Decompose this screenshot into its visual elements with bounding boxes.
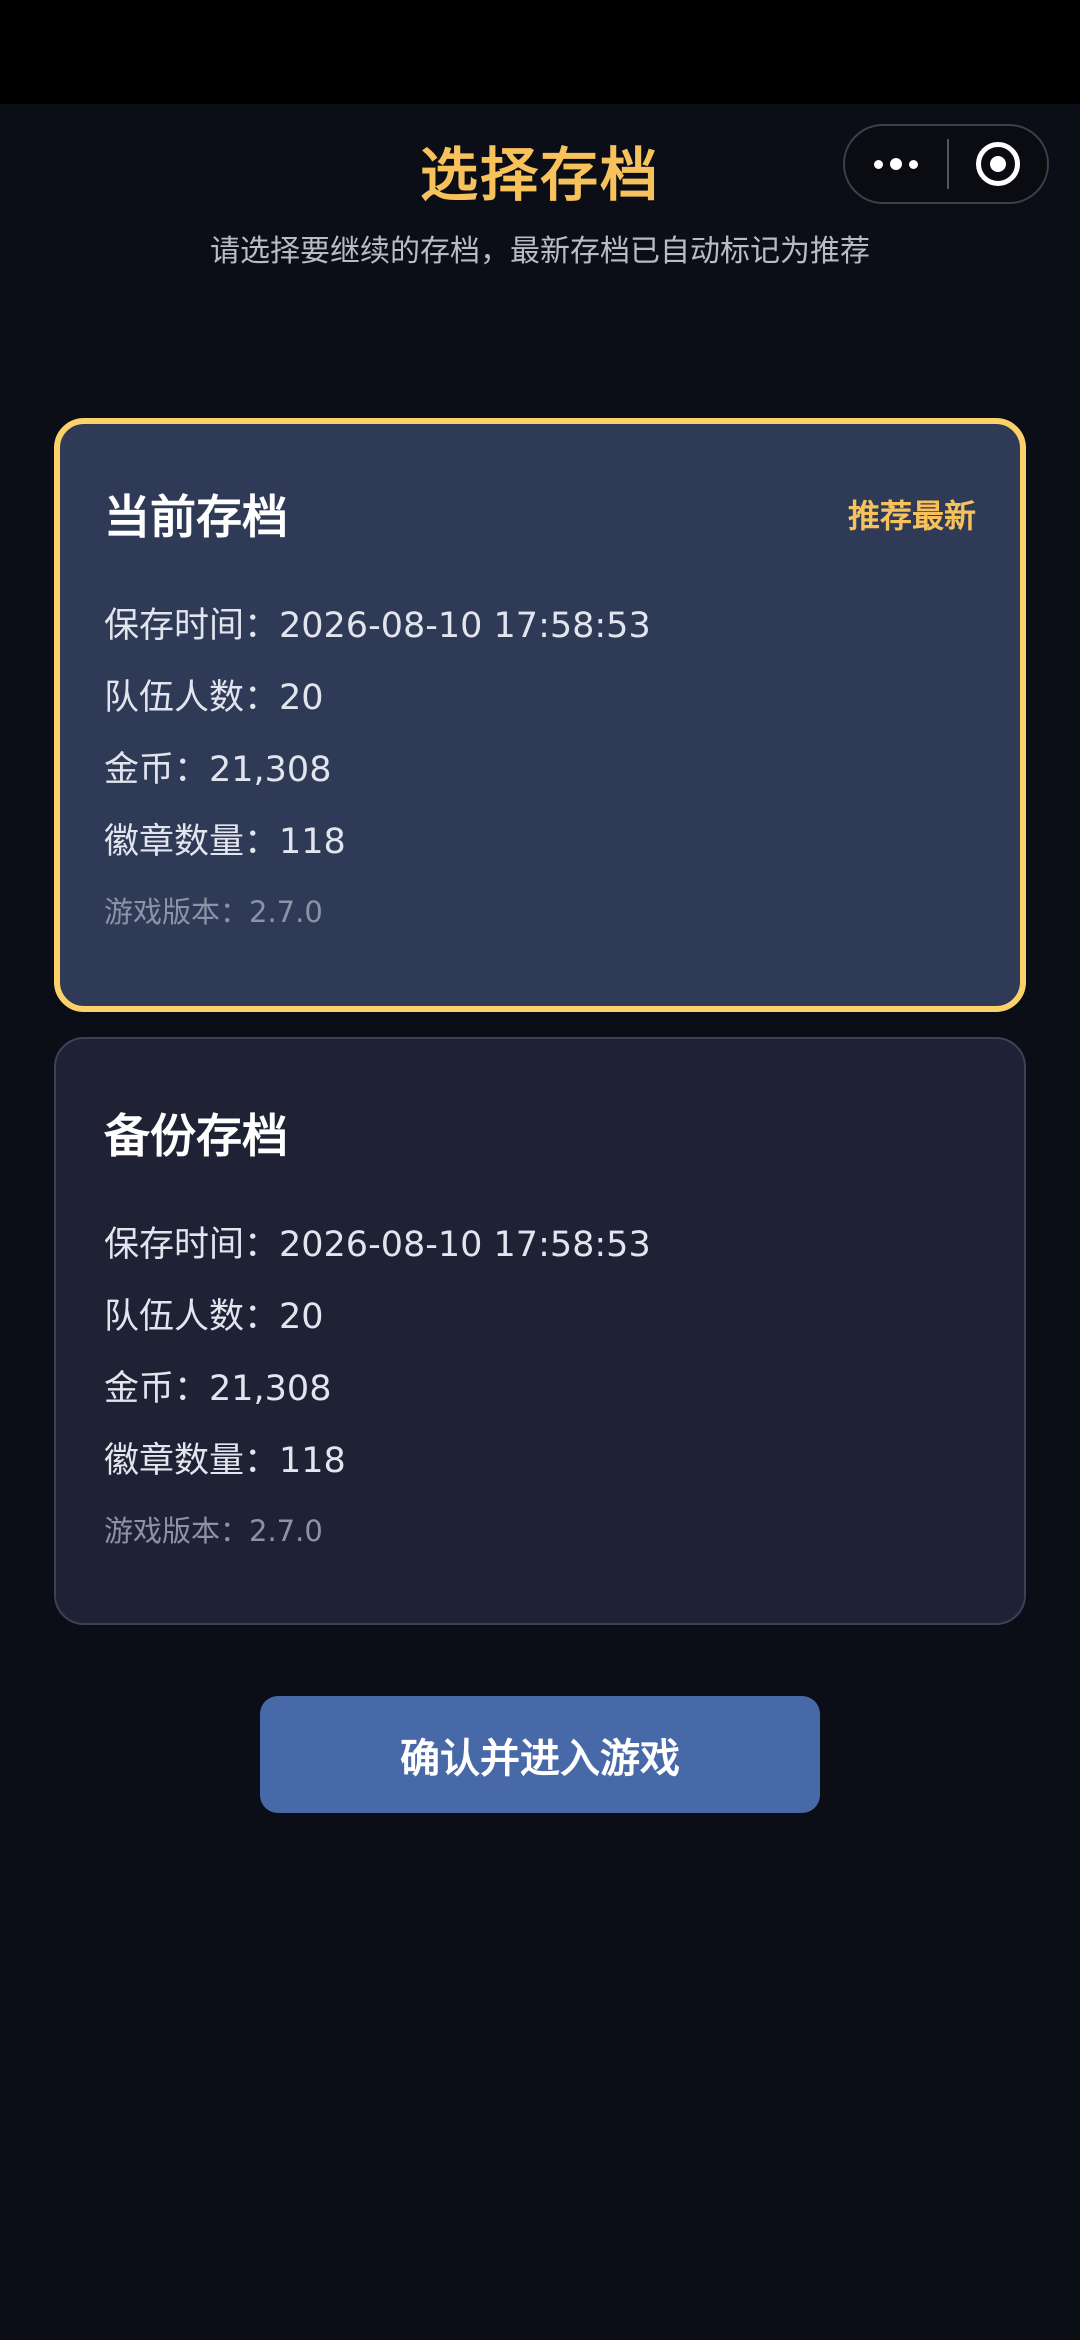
game-version: 游戏版本：2.7.0 [104, 1514, 323, 1548]
save-card-current[interactable]: 当前存档 推荐最新 保存时间：2026-08-10 17:58:53 队伍人数：… [54, 418, 1026, 1012]
save-card-title: 备份存档 [104, 1109, 288, 1163]
save-time: 保存时间：2026-08-10 17:58:53 [104, 1225, 651, 1265]
badge-count: 徽章数量：118 [104, 822, 346, 862]
team-size: 队伍人数：20 [104, 678, 324, 718]
save-time: 保存时间：2026-08-10 17:58:53 [104, 606, 651, 646]
page-title: 选择存档 [419, 141, 660, 209]
page-subtitle: 请选择要继续的存档，最新存档已自动标记为推荐 [210, 234, 870, 269]
gold-amount: 金币：21,308 [104, 1369, 332, 1409]
save-card-backup[interactable]: 备份存档 保存时间：2026-08-10 17:58:53 队伍人数：20 金币… [54, 1037, 1026, 1625]
game-version: 游戏版本：2.7.0 [104, 895, 323, 929]
save-card-title: 当前存档 [104, 490, 288, 544]
recommended-badge: 推荐最新 [847, 497, 976, 535]
gold-amount: 金币：21,308 [104, 750, 332, 790]
team-size: 队伍人数：20 [104, 1297, 324, 1337]
status-bar [0, 0, 1080, 104]
badge-count: 徽章数量：118 [104, 1441, 346, 1481]
confirm-enter-game-button[interactable]: 确认并进入游戏 [260, 1696, 820, 1813]
